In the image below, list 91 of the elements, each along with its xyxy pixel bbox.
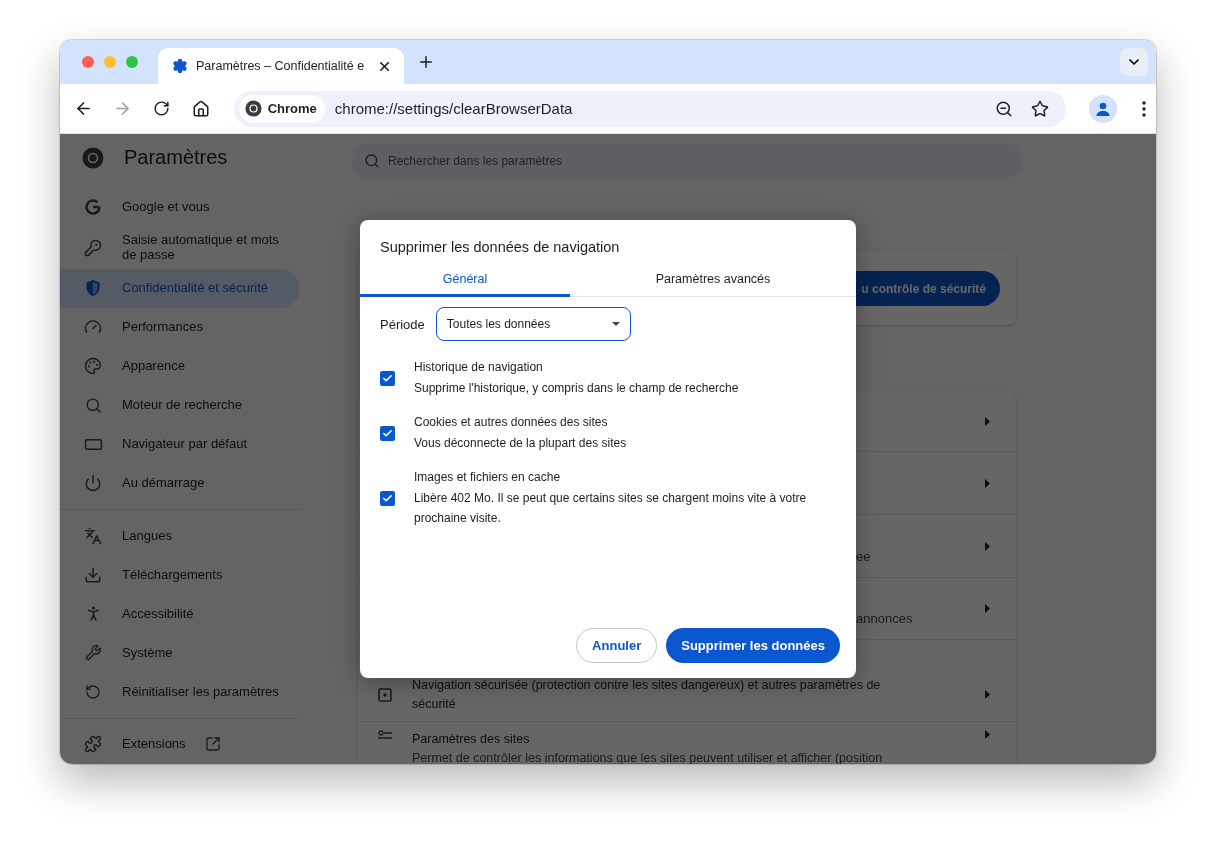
- chevron-right-icon: [985, 604, 990, 613]
- chevron-right-icon: [985, 541, 990, 551]
- search-placeholder: Rechercher dans les paramètres: [388, 154, 563, 168]
- url-text: chrome://settings/clearBrowserData: [334, 100, 574, 117]
- search-field[interactable]: Rechercher dans les paramètres: [352, 143, 1022, 179]
- puzzle-icon: [84, 735, 102, 754]
- chevron-right-icon: [985, 690, 990, 699]
- option-description: Supprime l'historique, y compris dans le champ de recherche: [414, 380, 740, 397]
- tab-title: Paramètres – Confidentialité e: [196, 59, 365, 73]
- google-icon: [84, 197, 102, 216]
- dialog-tab[interactable]: Général: [360, 263, 570, 297]
- download-icon: [84, 565, 102, 584]
- sidebar-item[interactable]: Navigateur par défaut: [60, 424, 300, 464]
- cancel-button[interactable]: Annuler: [576, 628, 658, 663]
- sidebar-label: Moteur de recherche: [122, 398, 242, 413]
- star-icon: [1031, 99, 1050, 118]
- external-link-icon: [204, 736, 221, 753]
- chrome-logo-icon: [82, 146, 104, 169]
- checkbox[interactable]: [380, 491, 395, 506]
- sidebar-item[interactable]: Au démarrage: [60, 463, 300, 503]
- sidebar-label: Google et vous: [122, 199, 210, 215]
- site-chip: Chrome: [238, 94, 325, 123]
- caret-icon: [611, 322, 620, 326]
- option-description: Libère 402 Mo. Il se peut que certains sites se chargent moins vite à votre prochaine visite.: [414, 490, 808, 527]
- option-title: Images et fichiers en cache: [414, 469, 562, 486]
- person-icon: [1095, 100, 1112, 117]
- delete-data-button[interactable]: Supprimer les données: [666, 628, 840, 663]
- period-label: Période: [380, 316, 425, 332]
- sidebar-item[interactable]: Langues: [60, 516, 300, 556]
- sidebar-label: Apparence: [122, 359, 185, 374]
- sidebar-item[interactable]: Confidentialité et sécurité: [60, 268, 300, 308]
- sidebar-item[interactable]: Google et vous: [60, 187, 300, 227]
- checkbox[interactable]: [380, 371, 395, 386]
- wrench-icon: [84, 644, 102, 662]
- sidebar-label: Au démarrage: [122, 476, 205, 491]
- row-text: annonces: [856, 611, 914, 626]
- sidebar-label: Confidentialité et sécurité: [122, 281, 268, 296]
- settings-row[interactable]: Paramètres des sites Permet de contrôler les informations que les sites peuvent utiliser et afficher (position: [358, 722, 1016, 764]
- sliders-icon: [378, 730, 392, 740]
- option-description: Vous déconnecte de la plupart des sites: [414, 435, 628, 452]
- sidebar-label: Système: [122, 645, 173, 661]
- sidebar-item[interactable]: Apparence: [60, 346, 300, 386]
- chevron-right-icon: [985, 478, 990, 488]
- check-icon: [382, 493, 393, 504]
- row-title: Navigation sécurisée (protection contre les sites dangereux) et autres paramètres de sécurité: [412, 676, 882, 713]
- sidebar-item[interactable]: Téléchargements: [60, 555, 300, 595]
- tab-search-button[interactable]: [1120, 48, 1148, 76]
- period-select[interactable]: Toutes les données: [435, 307, 631, 341]
- sidebar-label: Réinitialiser les paramètres: [122, 684, 279, 700]
- dialog-title: Supprimer les données de navigation: [380, 239, 621, 255]
- checkbox[interactable]: [380, 426, 395, 441]
- reload-icon: [153, 100, 171, 117]
- search-icon: [364, 153, 380, 169]
- sidebar-item[interactable]: Saisie automatique et mots de passe: [60, 226, 300, 269]
- sidebar-item[interactable]: Système: [60, 633, 300, 673]
- home-icon: [191, 99, 210, 118]
- chevron-right-icon: [985, 417, 990, 426]
- menu-icon: [1142, 100, 1146, 117]
- sidebar-label: Langues: [122, 528, 172, 544]
- sidebar-item[interactable]: Moteur de recherche: [60, 385, 300, 425]
- sidebar-item[interactable]: Accessibilité: [60, 594, 300, 634]
- browser-tab[interactable]: Paramètres – Confidentialité e: [158, 48, 405, 84]
- zoom-out-icon: [995, 99, 1014, 118]
- chrome-logo-icon: [244, 100, 262, 117]
- profile-avatar[interactable]: [1089, 94, 1118, 123]
- reset-icon: [85, 683, 101, 700]
- shield-icon: [85, 279, 101, 298]
- row-text: ee: [856, 548, 872, 564]
- palette-icon: [84, 357, 102, 376]
- check-icon: [382, 428, 393, 439]
- settings-title: Paramètres: [124, 146, 228, 170]
- row-description: Permet de contrôler les informations que les sites peuvent utiliser et afficher (position: [412, 750, 884, 764]
- gear-icon: [172, 58, 188, 74]
- chevron-right-icon: [985, 730, 990, 739]
- sidebar-item[interactable]: Réinitialiser les paramètres: [60, 672, 300, 712]
- sidebar-label: Navigateur par défaut: [122, 437, 248, 452]
- check-icon: [382, 373, 393, 384]
- sidebar-label: Performances: [122, 320, 203, 335]
- sidebar-label: Accessibilité: [122, 606, 194, 622]
- key-icon: [84, 238, 102, 257]
- search-icon: [84, 396, 102, 414]
- translate-icon: [84, 526, 102, 545]
- sidebar-label: Saisie automatique et mots de passe: [122, 233, 280, 263]
- address-bar[interactable]: Chrome chrome://settings/clearBrowserData: [233, 90, 1067, 127]
- sidebar-item[interactable]: Extensions: [60, 725, 300, 764]
- sidebar-label: Extensions: [122, 737, 186, 752]
- row-title: Paramètres des sites: [412, 731, 531, 748]
- option-title: Cookies et autres données des sites: [414, 414, 609, 431]
- option-title: Historique de navigation: [414, 359, 544, 376]
- power-icon: [84, 474, 102, 493]
- sidebar-label: Téléchargements: [122, 567, 223, 583]
